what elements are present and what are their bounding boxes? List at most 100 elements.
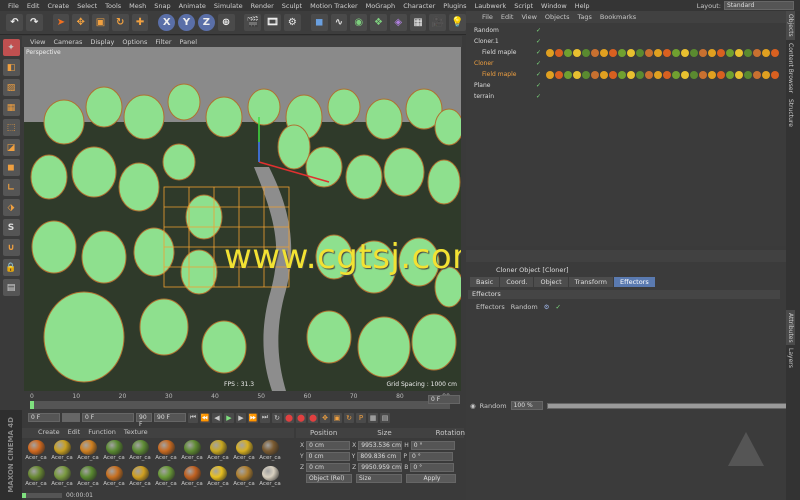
record-icon[interactable]: ⬤ — [284, 412, 294, 423]
menu-select[interactable]: Select — [73, 2, 101, 10]
material-tag-icon[interactable] — [555, 70, 563, 79]
layout-select[interactable]: Standard — [724, 1, 794, 10]
magnet-icon[interactable]: ∪ — [2, 239, 20, 256]
material-tag-icon[interactable] — [744, 48, 752, 57]
material-tag-icon[interactable] — [582, 70, 590, 79]
material-menu-create[interactable]: Create — [34, 428, 64, 438]
right-tab-attributes[interactable]: Attributes — [786, 309, 795, 346]
play-icon[interactable]: ▶ — [224, 412, 234, 423]
prev-key-icon[interactable]: ⏪ — [200, 412, 210, 423]
material-swatch[interactable]: Acer_ca — [206, 466, 230, 490]
rotation-field[interactable]: 0 ° — [410, 441, 455, 450]
object-row[interactable]: Field maple ✓ — [466, 69, 786, 80]
auto-key-icon[interactable]: ⬤ — [296, 412, 306, 423]
material-tag-icon[interactable] — [636, 70, 644, 79]
object-name[interactable]: Random — [466, 27, 530, 34]
material-tag-icon[interactable] — [717, 70, 725, 79]
menu-mograph[interactable]: MoGraph — [362, 2, 400, 10]
material-tag-icon[interactable] — [681, 70, 689, 79]
material-tag-icon[interactable] — [726, 70, 734, 79]
random-strength-slider[interactable] — [546, 402, 795, 409]
right-tab-structure[interactable]: Structure — [786, 96, 795, 130]
spline-icon[interactable]: ∿ — [330, 14, 348, 31]
polygons-mode-icon[interactable]: ◼ — [2, 159, 20, 176]
end-frame-field[interactable]: 90 F — [154, 413, 186, 422]
workplane-icon[interactable]: ▦ — [2, 99, 20, 116]
z-axis-button[interactable]: Z — [197, 14, 215, 31]
key-pla-icon[interactable]: ▦ — [368, 412, 378, 423]
menu-edit[interactable]: Edit — [23, 2, 44, 10]
snap-icon[interactable]: S — [2, 219, 20, 236]
material-tag-icon[interactable] — [618, 48, 626, 57]
position-field[interactable]: 0 cm — [306, 441, 351, 450]
object-row[interactable]: Plane ✓ — [466, 80, 786, 91]
object-row[interactable]: Cloner.1 ✓ — [466, 36, 786, 47]
material-tag-icon[interactable] — [771, 70, 779, 79]
size-mode-select[interactable]: Size — [356, 474, 402, 483]
object-menu-tags[interactable]: Tags — [573, 13, 595, 21]
right-tab-content-browser[interactable]: Content Browser — [786, 40, 795, 96]
scene-icon[interactable]: ▦ — [409, 14, 427, 31]
key-param-icon[interactable]: P — [356, 412, 366, 423]
viewport-menu-display[interactable]: Display — [86, 38, 118, 46]
object-name[interactable]: Field maple — [466, 71, 530, 78]
material-swatch[interactable]: Acer_ca — [180, 466, 204, 490]
render-settings-icon[interactable]: ⚙ — [284, 14, 301, 31]
cube-icon[interactable]: ◼ — [310, 14, 328, 31]
coordinate-mode-select[interactable]: Object (Rel) — [306, 474, 352, 483]
object-menu-view[interactable]: View — [517, 13, 540, 21]
start-frame-field[interactable]: 0 F — [28, 413, 60, 422]
nurbs-icon[interactable]: ◉ — [350, 14, 368, 31]
undo-icon[interactable]: ↶ — [6, 14, 23, 31]
material-tag-icon[interactable] — [717, 48, 725, 57]
material-tag-icon[interactable] — [654, 70, 662, 79]
lock-icon[interactable]: 🔒 — [2, 259, 20, 276]
material-tag-icon[interactable] — [546, 48, 554, 57]
key-scale-icon[interactable]: ▣ — [332, 412, 342, 423]
add-icon[interactable]: ✚ — [131, 14, 149, 31]
points-mode-icon[interactable]: ⬚ — [2, 119, 20, 136]
axis-mode-icon[interactable]: ∟ — [2, 179, 20, 196]
scale-icon[interactable]: ▣ — [92, 14, 109, 31]
material-tag-icon[interactable] — [573, 48, 581, 57]
redo-icon[interactable]: ↷ — [25, 14, 43, 31]
next-frame-icon[interactable]: ▶ — [236, 412, 246, 423]
material-tag-icon[interactable] — [672, 70, 680, 79]
material-tag-icon[interactable] — [735, 70, 743, 79]
select-arrow-icon[interactable]: ➤ — [52, 14, 70, 31]
render-picture-icon[interactable]: 🎞 — [264, 14, 282, 31]
visibility-check-icon[interactable]: ✓ — [536, 60, 541, 67]
material-tag-icon[interactable] — [600, 48, 608, 57]
material-swatch[interactable]: Acer_ca — [180, 440, 204, 464]
material-swatch[interactable]: Acer_ca — [102, 466, 126, 490]
rotation-field[interactable]: 0 ° — [408, 452, 453, 461]
frame-slider-left[interactable] — [62, 413, 80, 422]
random-strength-field[interactable]: 100 % — [510, 401, 543, 410]
material-tag-icon[interactable] — [663, 70, 671, 79]
object-name[interactable]: Cloner.1 — [466, 38, 530, 45]
timeline-frame-field[interactable]: 0 F — [428, 395, 460, 404]
material-tag-icon[interactable] — [546, 70, 554, 79]
check-icon[interactable]: ✓ — [556, 303, 561, 311]
material-tag-icon[interactable] — [699, 48, 707, 57]
object-name[interactable]: Plane — [466, 82, 530, 89]
material-swatch[interactable]: Acer_ca — [24, 466, 48, 490]
object-menu-objects[interactable]: Objects — [541, 13, 574, 21]
viewport-menu-view[interactable]: View — [26, 38, 49, 46]
visibility-check-icon[interactable]: ✓ — [536, 93, 541, 100]
go-start-icon[interactable]: ⏮ — [188, 412, 198, 423]
array-icon[interactable]: ❖ — [370, 14, 387, 31]
material-tag-icon[interactable] — [753, 70, 761, 79]
viewport-menu-filter[interactable]: Filter — [151, 38, 175, 46]
material-tag-icon[interactable] — [618, 70, 626, 79]
material-tag-icon[interactable] — [762, 70, 770, 79]
menu-plugins[interactable]: Plugins — [439, 2, 470, 10]
position-field[interactable]: 0 cm — [305, 452, 350, 461]
deformer-icon[interactable]: ◈ — [389, 14, 407, 31]
menu-help[interactable]: Help — [571, 2, 594, 10]
menu-simulate[interactable]: Simulate — [210, 2, 247, 10]
material-swatch[interactable]: Acer_ca — [128, 440, 152, 464]
current-frame-field[interactable]: 0 F — [82, 413, 134, 422]
render-view-icon[interactable]: 🎬 — [244, 14, 262, 31]
material-tag-icon[interactable] — [627, 70, 635, 79]
